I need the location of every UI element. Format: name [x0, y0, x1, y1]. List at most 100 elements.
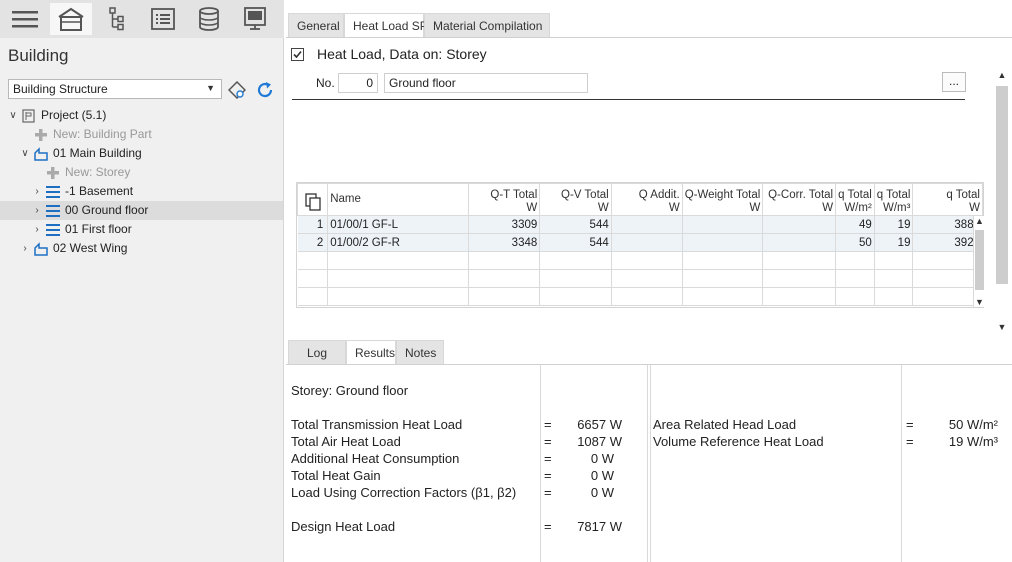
heat-load-panel: Heat Load, Data on: Storey No. 0 Ground … [286, 37, 1012, 337]
table-row[interactable]: 1 01/00/1 GF-L 3309 544 49 19 3889 [297, 215, 983, 234]
settings-filter-icon[interactable] [227, 80, 247, 100]
divider [650, 365, 651, 562]
cell-q-total-volume[interactable]: 19 [873, 215, 914, 234]
tree-hierarchy-icon[interactable] [96, 3, 138, 35]
result-value: 0 W [590, 451, 614, 466]
cell-qv-total[interactable]: 544 [539, 233, 612, 252]
tab-notes[interactable]: Notes [396, 340, 444, 364]
panel-title: Building [8, 46, 69, 65]
chevron-up-icon[interactable]: ▲ [995, 70, 1009, 80]
cell-q-corr-total[interactable] [762, 215, 837, 234]
main-toolbar [0, 0, 284, 38]
empty-row[interactable] [297, 269, 983, 288]
divider [540, 365, 541, 562]
column-header-qt-total[interactable]: Q-T Total W [467, 183, 541, 216]
column-header-q-total-area[interactable]: q Total W/m² [835, 183, 875, 216]
monitor-icon[interactable] [234, 3, 276, 35]
chevron-right-icon[interactable]: › [20, 239, 30, 258]
building-icon[interactable] [50, 3, 92, 35]
column-header-name[interactable]: Name [327, 183, 469, 216]
hamburger-menu-icon[interactable] [4, 3, 46, 35]
tree-item-first-floor[interactable]: › 01 First floor [0, 220, 283, 239]
result-value: 0 W [590, 468, 614, 483]
tree-item-project[interactable]: ∨ Project (5.1) [0, 106, 283, 125]
tree-item-new-storey[interactable]: New: Storey [0, 163, 283, 182]
cell-q-weight-total[interactable] [681, 215, 764, 234]
tree-item-basement[interactable]: › -1 Basement [0, 182, 283, 201]
tab-material-compilation[interactable]: Material Compilation [424, 13, 550, 37]
tree-item-label: Project (5.1) [41, 108, 107, 122]
cell-qt-total[interactable]: 3348 [467, 233, 541, 252]
empty-row[interactable] [297, 287, 983, 306]
chevron-right-icon[interactable]: › [32, 182, 42, 201]
more-button[interactable]: ... [942, 72, 966, 92]
column-header-q-corr-total[interactable]: Q-Corr. Total W [762, 183, 837, 216]
results-panel: Storey: Ground floor Total Transmission … [286, 364, 1012, 562]
cell-name[interactable]: 01/00/1 GF-L [327, 215, 469, 234]
cell-q-total-volume[interactable]: 19 [873, 233, 914, 252]
tree-item-label: New: Building Part [53, 127, 152, 141]
chevron-down-icon[interactable]: ▼ [974, 297, 985, 307]
tab-heat-load-sp[interactable]: Heat Load SP [344, 13, 428, 37]
tree-item-ground-floor[interactable]: › 00 Ground floor [0, 201, 283, 220]
cell-qv-total[interactable]: 544 [539, 215, 612, 234]
cell-q-total-area[interactable]: 50 [835, 233, 875, 252]
divider [901, 365, 902, 562]
tree-item-main-building[interactable]: ∨ 01 Main Building [0, 144, 283, 163]
panel-scrollbar[interactable]: ▲ ▼ [995, 70, 1009, 332]
result-value: 1087 W [577, 434, 622, 449]
tree-item-west-wing[interactable]: › 02 West Wing [0, 239, 283, 258]
result-equals: = [544, 451, 552, 466]
storey-icon [46, 186, 60, 198]
divider [647, 365, 648, 562]
refresh-icon[interactable] [255, 80, 275, 100]
tab-general[interactable]: General [288, 13, 344, 37]
tree-item-label: 00 Ground floor [65, 203, 149, 217]
storey-name-field[interactable]: Ground floor [384, 73, 588, 93]
database-icon[interactable] [188, 3, 230, 35]
number-field[interactable]: 0 [338, 73, 378, 93]
scrollbar-thumb[interactable] [996, 86, 1008, 284]
column-header-qv-total[interactable]: Q-V Total W [539, 183, 612, 216]
cell-q-total-area[interactable]: 49 [835, 215, 875, 234]
tree-item-new-building-part[interactable]: New: Building Part [0, 125, 283, 144]
chevron-right-icon[interactable]: › [32, 220, 42, 239]
tree-item-label: -1 Basement [65, 184, 134, 198]
empty-row[interactable] [297, 251, 983, 270]
structure-select-value: Building Structure [13, 82, 108, 96]
copy-column-header[interactable] [297, 183, 329, 216]
cell-name[interactable]: 01/00/2 GF-R [327, 233, 469, 252]
column-header-q-weight-total[interactable]: Q-Weight Total W [681, 183, 764, 216]
cell-q-addit[interactable] [610, 233, 683, 252]
list-icon[interactable] [142, 3, 184, 35]
chevron-down-icon[interactable]: ∨ [20, 144, 30, 163]
cell-q-weight-total[interactable] [681, 233, 764, 252]
chevron-down-icon[interactable]: ▼ [995, 322, 1009, 332]
table-row[interactable]: 2 01/00/2 GF-R 3348 544 50 19 3928 [297, 233, 983, 252]
heat-load-checkbox[interactable] [291, 48, 304, 61]
cell-q-addit[interactable] [610, 215, 683, 234]
tab-results[interactable]: Results [346, 340, 396, 364]
grid-scrollbar[interactable]: ▲ ▼ [973, 216, 985, 307]
result-value: 6657 W [577, 417, 622, 432]
result-equals: = [544, 468, 552, 483]
cell-qt-total[interactable]: 3309 [467, 215, 541, 234]
row-index: 1 [297, 215, 329, 234]
result-value: 50 W/m² [948, 417, 998, 432]
cell-q-corr-total[interactable] [762, 233, 837, 252]
building-panel: Building Building Structure ▼ ∨ Project … [0, 0, 284, 562]
copy-icon[interactable] [304, 193, 321, 211]
column-header-q-total-volume[interactable]: q Total W/m³ [873, 183, 914, 216]
result-label: Total Air Heat Load [291, 434, 401, 449]
result-label: Total Transmission Heat Load [291, 417, 463, 432]
structure-select[interactable]: Building Structure ▼ [8, 79, 222, 99]
chevron-up-icon[interactable]: ▲ [974, 216, 985, 226]
result-equals: = [544, 519, 552, 534]
storey-icon [46, 224, 60, 236]
grid-scrollbar-thumb[interactable] [975, 230, 984, 290]
tab-log[interactable]: Log [288, 340, 346, 364]
chevron-right-icon[interactable]: › [32, 201, 42, 220]
chevron-down-icon[interactable]: ∨ [8, 106, 18, 125]
column-header-q-addit[interactable]: Q Addit. W [610, 183, 683, 216]
column-header-q-total[interactable]: q Total W [912, 183, 983, 216]
